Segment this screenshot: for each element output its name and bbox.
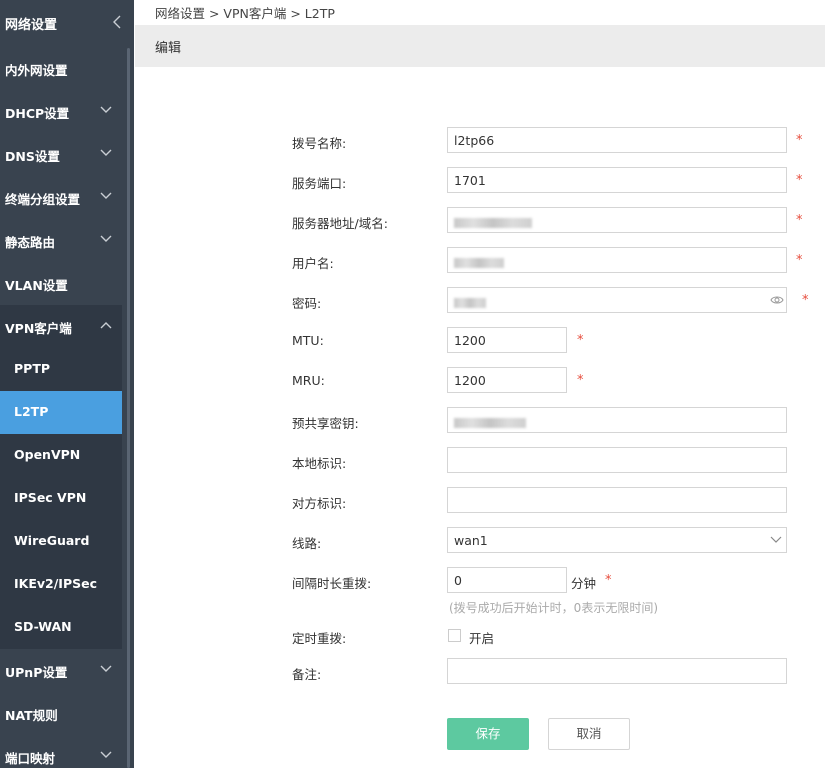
sidebar-item-upnp[interactable]: UPnP设置 xyxy=(0,649,122,692)
password-label: 密码: xyxy=(292,296,322,311)
redial-interval-input[interactable]: 0 xyxy=(447,567,567,593)
redial-interval-label: 间隔时长重拨: xyxy=(292,576,372,591)
chevron-down-icon xyxy=(100,149,112,156)
sidebar-subitem-sdwan[interactable]: SD-WAN xyxy=(0,606,122,649)
dial-name-input[interactable]: l2tp66 xyxy=(447,127,787,153)
line-select-value: wan1 xyxy=(454,533,488,548)
sidebar-subitem-openvpn[interactable]: OpenVPN xyxy=(0,434,122,477)
sidebar-scrollbar[interactable] xyxy=(127,48,130,768)
note-label: 备注: xyxy=(292,667,322,682)
sidebar-header-title: 网络设置 xyxy=(5,18,58,33)
chevron-down-icon xyxy=(100,106,112,113)
sidebar: 网络设置 内外网设置 DHCP设置 DNS设置 终端分组设置 静态路由 VLAN… xyxy=(0,0,134,768)
timed-redial-label: 定时重拨: xyxy=(292,631,347,646)
required-mark: * xyxy=(577,373,584,388)
blurred-value xyxy=(454,217,532,228)
mtu-input[interactable]: 1200 xyxy=(447,327,567,353)
local-id-label: 本地标识: xyxy=(292,456,347,471)
sidebar-header[interactable]: 网络设置 xyxy=(0,0,130,46)
sidebar-item-lan-wan[interactable]: 内外网设置 xyxy=(0,47,122,90)
mtu-label: MTU: xyxy=(292,333,324,348)
sidebar-item-static-route[interactable]: 静态路由 xyxy=(0,219,122,262)
line-select[interactable]: wan1 xyxy=(447,527,787,553)
server-address-input[interactable] xyxy=(447,207,787,233)
blurred-value xyxy=(454,297,486,308)
blurred-value xyxy=(454,417,526,428)
sidebar-item-vlan[interactable]: VLAN设置 xyxy=(0,262,122,305)
required-mark: * xyxy=(796,213,803,228)
sidebar-subitem-pptp[interactable]: PPTP xyxy=(0,348,122,391)
timed-redial-checkbox[interactable] xyxy=(448,629,461,642)
chevron-left-icon[interactable] xyxy=(112,15,122,29)
required-mark: * xyxy=(577,333,584,348)
panel-header: 编辑 xyxy=(135,25,825,67)
required-mark: * xyxy=(605,573,612,588)
timed-redial-option[interactable]: 开启 xyxy=(469,628,494,647)
sidebar-subitem-l2tp[interactable]: L2TP xyxy=(0,391,122,434)
sidebar-item-dhcp[interactable]: DHCP设置 xyxy=(0,90,122,133)
server-address-label: 服务器地址/域名: xyxy=(292,216,388,231)
sidebar-item-dns[interactable]: DNS设置 xyxy=(0,133,122,176)
sidebar-item-terminal-group[interactable]: 终端分组设置 xyxy=(0,176,122,219)
local-id-input[interactable] xyxy=(447,447,787,473)
sidebar-subitem-wireguard[interactable]: WireGuard xyxy=(0,520,122,563)
panel-title: 编辑 xyxy=(155,41,182,56)
redial-interval-hint: (拨号成功后开始计时，0表示无限时间) xyxy=(449,601,658,615)
username-input[interactable] xyxy=(447,247,787,273)
eye-icon[interactable] xyxy=(770,294,784,306)
chevron-down-icon xyxy=(100,665,112,672)
required-mark: * xyxy=(796,133,803,148)
sidebar-item-vpn-client[interactable]: VPN客户端 xyxy=(0,305,122,348)
password-input[interactable] xyxy=(447,287,787,313)
mru-input[interactable]: 1200 xyxy=(447,367,567,393)
blurred-value xyxy=(454,257,504,268)
dial-name-label: 拨号名称: xyxy=(292,136,347,151)
required-mark: * xyxy=(796,173,803,188)
peer-id-input[interactable] xyxy=(447,487,787,513)
chevron-down-icon xyxy=(100,235,112,242)
cancel-button[interactable]: 取消 xyxy=(548,718,630,750)
psk-label: 预共享密钥: xyxy=(292,416,359,431)
sidebar-item-port-mapping[interactable]: 端口映射 xyxy=(0,735,122,768)
psk-input[interactable] xyxy=(447,407,787,433)
save-button[interactable]: 保存 xyxy=(447,718,529,750)
sidebar-item-nat[interactable]: NAT规则 xyxy=(0,692,122,735)
redial-interval-unit: 分钟 xyxy=(571,576,597,591)
required-mark: * xyxy=(802,293,809,308)
breadcrumb: 网络设置 > VPN客户端 > L2TP xyxy=(155,6,335,21)
chevron-down-icon xyxy=(100,751,112,758)
chevron-down-icon[interactable] xyxy=(770,536,782,544)
sidebar-subitem-ikev2[interactable]: IKEv2/IPSec xyxy=(0,563,122,606)
username-label: 用户名: xyxy=(292,256,334,271)
mru-label: MRU: xyxy=(292,373,325,388)
server-port-label: 服务端口: xyxy=(292,176,347,191)
sidebar-subitem-ipsec-vpn[interactable]: IPSec VPN xyxy=(0,477,122,520)
line-label: 线路: xyxy=(292,536,322,551)
chevron-up-icon xyxy=(100,322,112,329)
server-port-input[interactable]: 1701 xyxy=(447,167,787,193)
peer-id-label: 对方标识: xyxy=(292,496,347,511)
chevron-down-icon xyxy=(100,192,112,199)
note-input[interactable] xyxy=(447,658,787,684)
required-mark: * xyxy=(796,253,803,268)
